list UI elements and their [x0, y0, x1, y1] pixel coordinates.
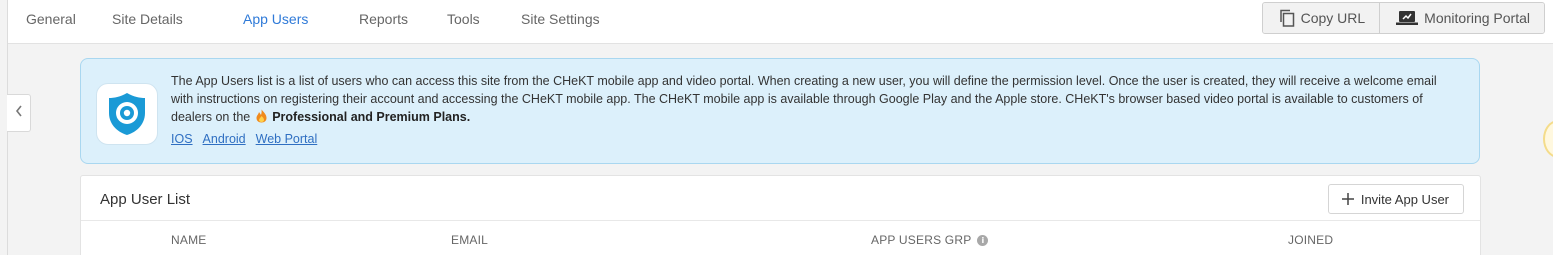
monitoring-portal-label: Monitoring Portal [1424, 10, 1530, 26]
invite-app-user-label: Invite App User [1360, 191, 1449, 207]
tab-site-settings[interactable]: Site Settings [501, 0, 621, 40]
floating-help-button[interactable] [1543, 120, 1553, 158]
tab-reports[interactable]: Reports [339, 0, 427, 40]
tab-app-users[interactable]: App Users [223, 0, 339, 40]
chevron-left-icon [14, 104, 24, 123]
column-header-name[interactable]: NAME [171, 233, 206, 247]
app-links: IOS Android Web Portal [171, 132, 317, 146]
chekt-shield-icon [109, 93, 145, 135]
copy-url-label: Copy URL [1300, 10, 1366, 26]
tab-general[interactable]: General [8, 0, 92, 40]
list-divider [81, 220, 1480, 221]
plus-icon [1341, 192, 1361, 206]
flame-icon [254, 109, 272, 124]
copy-url-button[interactable]: Copy URL [1262, 3, 1380, 33]
copy-icon [1279, 9, 1295, 27]
info-icon[interactable]: i [977, 234, 989, 246]
monitor-icon [1396, 10, 1419, 26]
ios-link[interactable]: IOS [171, 132, 193, 146]
top-nav-bar: General Site Details App Users Reports T… [8, 0, 1553, 44]
header-button-group: Copy URL Monitoring Portal [1261, 2, 1545, 34]
chekt-app-icon [96, 83, 158, 145]
app-user-list-card: App User List Invite App User NAME EMAIL… [80, 175, 1481, 255]
sidebar-collapse-handle[interactable] [7, 94, 31, 132]
plans-label: Professional and Premium Plans. [272, 110, 471, 124]
monitoring-portal-button[interactable]: Monitoring Portal [1379, 3, 1544, 33]
column-header-app-users-grp-label: APP USERS GRP [871, 233, 972, 247]
web-portal-link[interactable]: Web Portal [256, 132, 318, 146]
info-description: The App Users list is a list of users wh… [171, 72, 1451, 126]
tab-tools[interactable]: Tools [427, 0, 501, 40]
android-link[interactable]: Android [203, 132, 246, 146]
column-header-email[interactable]: EMAIL [451, 233, 488, 247]
invite-app-user-button[interactable]: Invite App User [1327, 184, 1464, 214]
tab-site-details[interactable]: Site Details [92, 0, 223, 40]
list-title: App User List [100, 191, 191, 208]
column-header-joined[interactable]: JOINED [1288, 233, 1333, 247]
tab-list: General Site Details App Users Reports T… [8, 0, 621, 44]
column-header-app-users-grp[interactable]: APP USERS GRP i [871, 233, 989, 247]
app-users-info-box: The App Users list is a list of users wh… [80, 58, 1480, 164]
